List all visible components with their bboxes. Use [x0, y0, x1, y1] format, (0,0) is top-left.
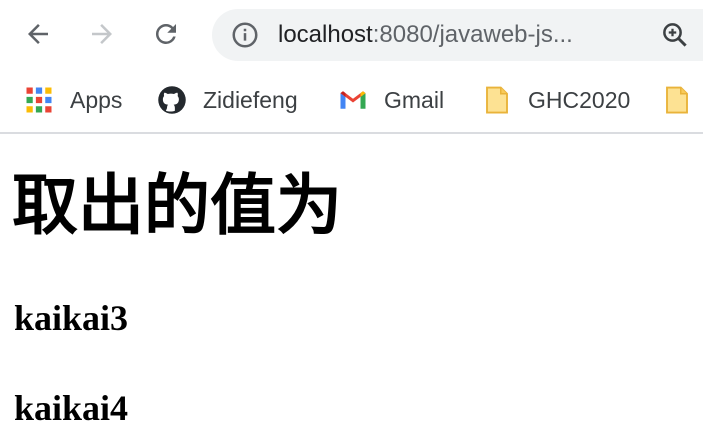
url-path: :8080/javaweb-js...	[372, 21, 573, 48]
value-item-2: kaikai4	[14, 388, 129, 428]
site-info-icon[interactable]	[230, 20, 260, 50]
bookmark-label: GHC2020	[528, 86, 631, 113]
apps-grid-icon	[26, 87, 52, 113]
value-item-1: kaikai3	[14, 298, 129, 338]
gmail-icon	[340, 91, 366, 109]
page-heading: 取出的值为	[12, 167, 342, 244]
reload-icon	[155, 23, 176, 44]
github-icon	[158, 86, 186, 114]
back-button[interactable]	[18, 14, 58, 54]
back-arrow-icon	[28, 24, 48, 44]
page-content: 取出的值为 kaikai3 kaikai4	[0, 136, 703, 434]
bookmark-label: Apps	[70, 86, 123, 113]
bookmark-label: Gmail	[384, 86, 445, 113]
bookmarks-bar: Apps Zidiefeng Gmail GHC2020	[0, 70, 703, 134]
bookmark-folder-truncated[interactable]	[662, 80, 692, 120]
reload-button[interactable]	[146, 14, 186, 54]
zoom-icon[interactable]	[660, 20, 690, 50]
browser-toolbar: localhost:8080/javaweb-js...	[0, 0, 703, 70]
bookmark-zidiefeng[interactable]: Zidiefeng	[157, 80, 298, 120]
bookmark-apps[interactable]: Apps	[24, 80, 122, 120]
folder-icon	[486, 86, 508, 114]
forward-arrow-icon	[92, 24, 112, 44]
url-host: localhost	[278, 21, 373, 48]
url-text[interactable]: localhost:8080/javaweb-js...	[278, 21, 573, 49]
bookmark-label: Zidiefeng	[203, 86, 298, 113]
bookmark-ghc2020[interactable]: GHC2020	[482, 80, 630, 120]
bookmark-gmail[interactable]: Gmail	[338, 80, 444, 120]
folder-icon	[666, 86, 688, 114]
forward-button[interactable]	[82, 14, 122, 54]
address-bar[interactable]: localhost:8080/javaweb-js...	[212, 9, 703, 61]
